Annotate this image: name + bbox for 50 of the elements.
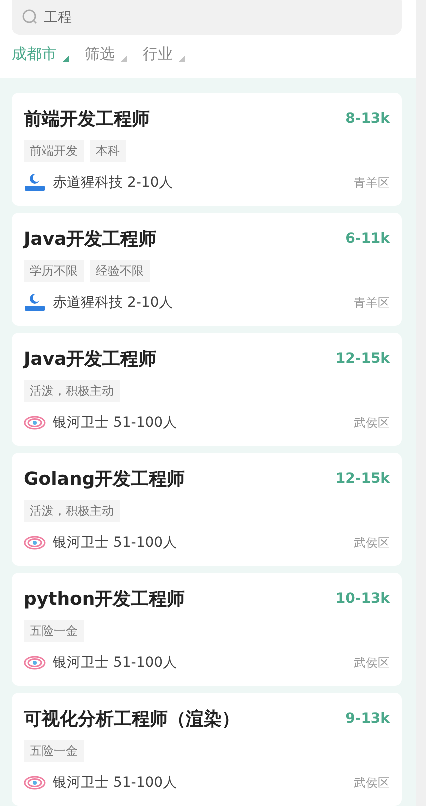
job-title: 前端开发工程师 bbox=[24, 108, 150, 131]
salary: 8-13k bbox=[346, 111, 390, 127]
district: 青羊区 bbox=[354, 174, 390, 192]
logo-icon bbox=[24, 293, 46, 313]
job-tag: 五险一金 bbox=[24, 620, 84, 642]
company-info: 银河卫士 51-100人 bbox=[53, 654, 178, 672]
job-title: python开发工程师 bbox=[24, 588, 186, 611]
filter-dropdown[interactable]: 行业 bbox=[143, 45, 185, 64]
job-tag: 活泼，积极主动 bbox=[24, 500, 120, 522]
company-info: 银河卫士 51-100人 bbox=[53, 774, 178, 792]
district: 武侯区 bbox=[354, 414, 390, 432]
filter-dropdown[interactable]: 筛选 bbox=[85, 45, 127, 64]
logo-icon bbox=[24, 173, 46, 193]
salary: 12-15k bbox=[336, 471, 390, 487]
caret-icon bbox=[63, 56, 69, 62]
swirl-logo-icon bbox=[24, 775, 46, 791]
district: 武侯区 bbox=[354, 774, 390, 792]
job-card[interactable]: Golang开发工程师 12-15k 活泼，积极主动 银河卫士 51-100人 武侯区 bbox=[12, 453, 402, 566]
company-info: 银河卫士 51-100人 bbox=[53, 534, 178, 552]
job-card[interactable]: Java开发工程师 6-11k 学历不限 经验不限 赤道猩科技 2-10人 青羊区 bbox=[12, 213, 402, 326]
company-info: 赤道猩科技 2-10人 bbox=[53, 174, 174, 192]
job-title: Golang开发工程师 bbox=[24, 468, 186, 491]
job-title: 可视化分析工程师（渲染） bbox=[24, 708, 240, 731]
caret-icon bbox=[179, 56, 185, 62]
job-tag: 五险一金 bbox=[24, 740, 84, 762]
company-info: 赤道猩科技 2-10人 bbox=[53, 294, 174, 312]
swirl-logo-icon bbox=[24, 655, 46, 671]
job-title: Java开发工程师 bbox=[24, 348, 157, 371]
salary: 12-15k bbox=[336, 351, 390, 367]
job-tag: 活泼，积极主动 bbox=[24, 380, 120, 402]
company-info: 银河卫士 51-100人 bbox=[53, 414, 178, 432]
job-card[interactable]: 前端开发工程师 8-13k 前端开发 本科 赤道猩科技 2-10人 青羊区 bbox=[12, 93, 402, 206]
job-card[interactable]: Java开发工程师 12-15k 活泼，积极主动 银河卫士 51-100人 武侯区 bbox=[12, 333, 402, 446]
job-card[interactable]: 可视化分析工程师（渲染） 9-13k 五险一金 银河卫士 51-100人 武侯区 bbox=[12, 693, 402, 806]
caret-icon bbox=[121, 56, 127, 62]
job-title: Java开发工程师 bbox=[24, 228, 157, 251]
district: 武侯区 bbox=[354, 654, 390, 672]
district: 青羊区 bbox=[354, 294, 390, 312]
salary: 6-11k bbox=[346, 231, 390, 247]
search-field[interactable]: 工程 bbox=[12, 0, 402, 35]
job-tag: 本科 bbox=[90, 140, 126, 162]
job-card[interactable]: python开发工程师 10-13k 五险一金 银河卫士 51-100人 武侯区 bbox=[12, 573, 402, 686]
job-tag: 学历不限 bbox=[24, 260, 84, 282]
job-tag: 经验不限 bbox=[90, 260, 150, 282]
swirl-logo-icon bbox=[24, 415, 46, 431]
job-tag: 前端开发 bbox=[24, 140, 84, 162]
district: 武侯区 bbox=[354, 534, 390, 552]
swirl-logo-icon bbox=[24, 535, 46, 551]
salary: 9-13k bbox=[346, 711, 390, 727]
salary: 10-13k bbox=[336, 591, 390, 607]
